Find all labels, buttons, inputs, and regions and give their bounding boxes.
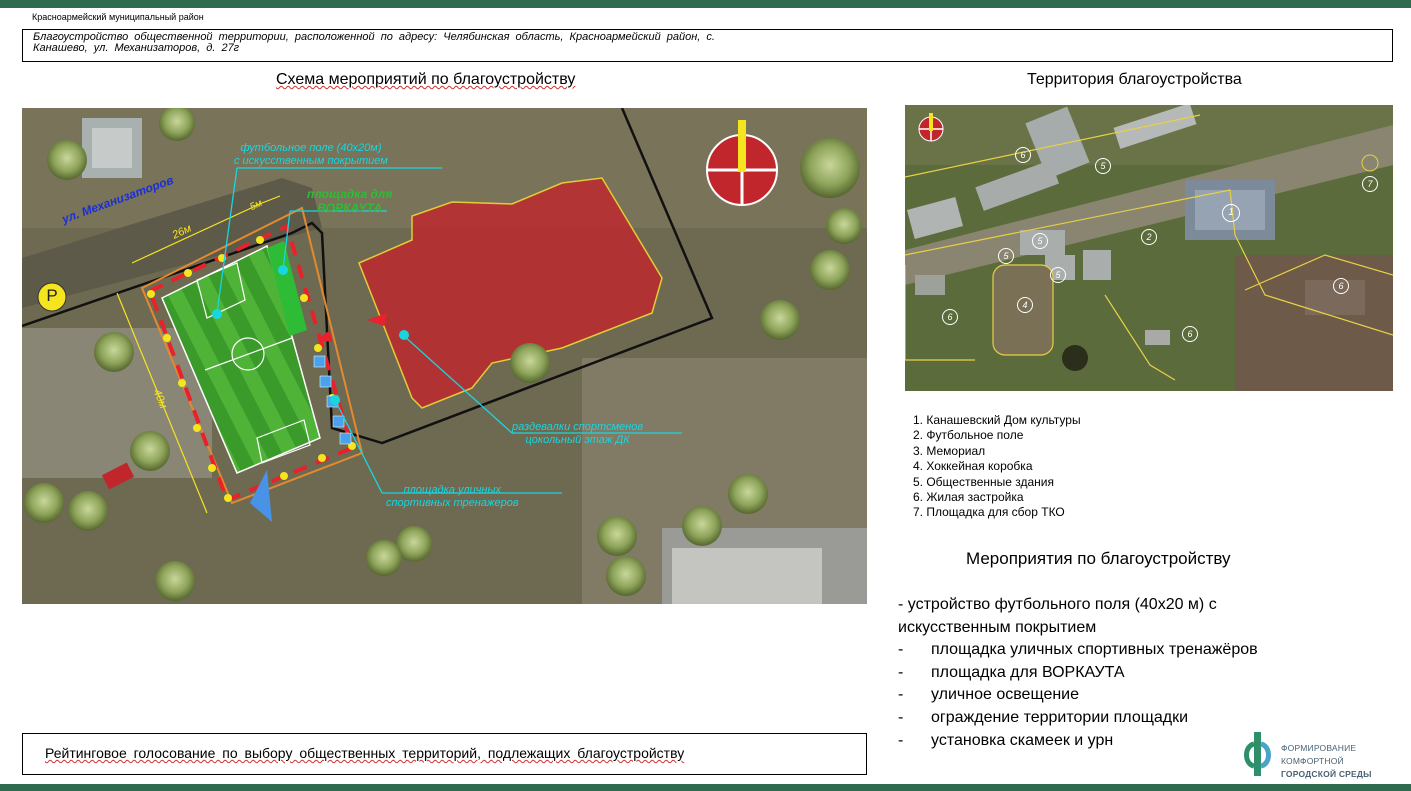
trainers-label-line-1: площадка уличных (403, 484, 502, 496)
parking-icon: P (46, 286, 58, 305)
measures-list: - устройство футбольного поля (40х20 м) … (898, 594, 1298, 752)
territory-title: Территория благоустройства (1027, 71, 1242, 88)
football-field-label-line-2: с искусственным покрытием (234, 155, 388, 167)
measures-item: - площадка для ВОРКАУТА (898, 662, 1298, 685)
workout-label-line-1: площадка для (307, 187, 393, 201)
legend-item: 2. Футбольное поле (913, 428, 1024, 443)
locker-room-label-line-2: цокольный этаж ДК (525, 434, 630, 446)
list-dash: - (898, 731, 904, 749)
measures-item-text: ограждение территории площадки (931, 708, 1189, 726)
territory-marker: 6 (1015, 147, 1031, 163)
logo-mark-icon (1244, 732, 1271, 776)
trainers-label-line-2: спортивных тренажеров (386, 497, 519, 509)
workout-label: площадка для ВОРКАУТА (307, 187, 392, 215)
measures-item: - ограждение территории площадки (898, 707, 1298, 730)
legend-item: 5. Общественные здания (913, 474, 1054, 489)
territory-marker: 2 (1141, 229, 1157, 245)
comfort-city-logo: ФОРМИРОВАНИЕ КОМФОРТНОЙ ГОРОДСКОЙ СРЕДЫ (1244, 730, 1394, 782)
address-box: Благоустройство общественной территории,… (22, 29, 1393, 62)
territory-marker: 6 (942, 309, 958, 325)
rating-voting-text: Рейтинговое голосование по выбору общест… (45, 745, 685, 761)
measures-item-text: уличное освещение (931, 686, 1080, 704)
workout-label-line-2: ВОРКАУТА (317, 201, 383, 215)
territory-map: 6 5 1 7 2 5 5 5 4 6 6 6 (905, 105, 1393, 391)
territory-marker: 1 (1222, 204, 1240, 222)
top-brand-bar (0, 0, 1411, 8)
district-label: Красноармейский муниципальный район (32, 12, 204, 22)
measures-item-text: установка скамеек и урн (931, 731, 1114, 749)
address-line-2: Канашево, ул. Механизаторов, д. 27г (33, 42, 240, 54)
list-dash: - (898, 663, 904, 681)
territory-marker: 4 (1017, 297, 1033, 313)
territory-marker: 7 (1362, 176, 1378, 192)
football-field-label: футбольное поле (40х20м) с искусственным… (234, 142, 388, 168)
legend-item: 6. Жилая застройка (913, 490, 1024, 505)
scheme-map: ул. Механизаторов 26м 5м 40м P футбольно… (22, 108, 867, 604)
measures-item: - площадка уличных спортивных тренажёров (898, 639, 1298, 662)
territory-map-drawing (905, 105, 1393, 391)
territory-marker: 5 (1095, 158, 1111, 174)
measures-item-text: площадка для ВОРКАУТА (931, 663, 1125, 681)
legend-item: 1. Канашевский Дом культуры (913, 413, 1081, 427)
measures-first-item: - устройство футбольного поля (40х20 м) … (898, 596, 1217, 636)
territory-marker: 5 (1050, 267, 1066, 283)
legend-item: 4. Хоккейная коробка (913, 459, 1033, 474)
logo-text: ФОРМИРОВАНИЕ КОМФОРТНОЙ ГОРОДСКОЙ СРЕДЫ (1281, 742, 1372, 781)
legend-item: 7. Площадка для сбор ТКО (913, 505, 1065, 520)
measures-item: - уличное освещение (898, 684, 1298, 707)
measures-title: Мероприятия по благоустройству (966, 549, 1231, 568)
legend-item: 3. Мемориал (913, 443, 986, 458)
locker-room-label-line-1: раздевалки спортсменов (512, 421, 644, 433)
logo-line-2: КОМФОРТНОЙ (1281, 756, 1344, 766)
territory-marker: 6 (1333, 278, 1349, 294)
list-dash: - (898, 708, 904, 726)
scheme-title: Схема мероприятий по благоустройству (276, 71, 576, 88)
territory-marker: 5 (998, 248, 1014, 264)
logo-line-1: ФОРМИРОВАНИЕ (1281, 743, 1357, 753)
territory-legend: 1. Канашевский Дом культуры 2. Футбольно… (913, 413, 1081, 521)
measures-item-text: площадка уличных спортивных тренажёров (931, 641, 1258, 659)
football-field-label-line-1: футбольное поле (40х20м) (240, 142, 382, 154)
measures-item: - установка скамеек и урн (898, 730, 1298, 753)
trainers-label: площадка уличных спортивных тренажеров (386, 484, 519, 510)
bottom-brand-bar (0, 784, 1411, 791)
territory-marker: 5 (1032, 233, 1048, 249)
rating-voting-box: Рейтинговое голосование по выбору общест… (22, 733, 867, 775)
locker-room-label: раздевалки спортсменов цокольный этаж ДК (512, 421, 643, 447)
list-dash: - (898, 686, 904, 704)
logo-line-3: ГОРОДСКОЙ СРЕДЫ (1281, 769, 1372, 779)
list-dash: - (898, 641, 904, 659)
territory-marker: 6 (1182, 326, 1198, 342)
